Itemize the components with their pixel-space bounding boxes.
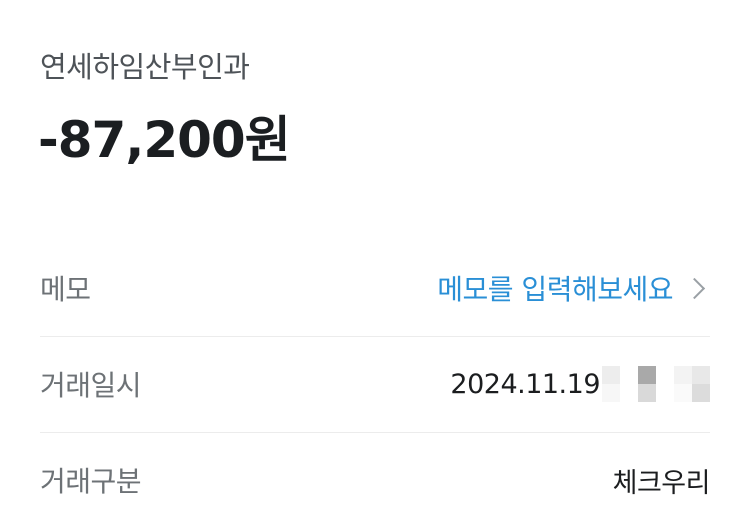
merchant-name: 연세하임산부인과 bbox=[40, 50, 250, 84]
type-label: 거래구분 bbox=[40, 465, 142, 498]
memo-label: 메모 bbox=[40, 273, 91, 306]
transaction-amount: -87,200원 bbox=[38, 111, 291, 169]
masked-time-pixelation bbox=[602, 366, 710, 402]
transaction-type-row: 거래구분 체크우리 bbox=[40, 432, 711, 528]
chevron-right-icon bbox=[683, 277, 706, 299]
datetime-value: 2024.11.19 bbox=[450, 368, 600, 400]
transaction-datetime-row: 거래일시 2024.11.19 bbox=[40, 336, 710, 433]
memo-action[interactable]: 메모를 입력해보세요 bbox=[437, 268, 710, 308]
type-value: 체크우리 bbox=[612, 467, 711, 499]
memo-row[interactable]: 메모 메모를 입력해보세요 bbox=[40, 240, 710, 337]
datetime-value-group: 2024.11.19 bbox=[450, 366, 710, 402]
datetime-label: 거래일시 bbox=[40, 369, 142, 402]
memo-placeholder-link[interactable]: 메모를 입력해보세요 bbox=[437, 268, 673, 308]
